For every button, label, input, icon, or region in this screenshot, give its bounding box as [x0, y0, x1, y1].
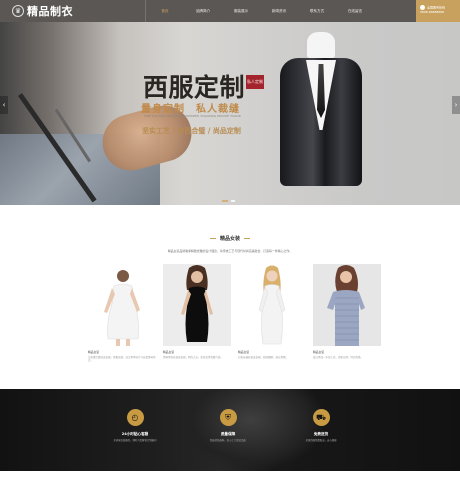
nav-item-products[interactable]: 服装展示 [222, 0, 260, 22]
page: ♛ 精品制衣 首页 品牌简介 服装展示 新闻资讯 联系方式 在线留言 全国服务热… [0, 0, 460, 488]
features-row: ◴ 24小时贴心客服 全天候在线服务，随时为您解答定制疑问 ⛨ 质量保障 精选优… [0, 409, 460, 442]
product-caption: 精品女装 [238, 350, 250, 354]
feature-item: ⛟ 免费送货 全国范围免费配送，安心便捷 [297, 409, 345, 442]
nav-item-news[interactable]: 新闻资讯 [260, 0, 298, 22]
section-title: 精品女装 [219, 236, 240, 242]
logo[interactable]: ♛ 精品制衣 [0, 0, 146, 22]
product-image[interactable] [163, 264, 231, 346]
nav-item-home[interactable]: 首页 [146, 0, 184, 22]
banner-english: FINE TAILORED BRAND CUSTOMIZED TAILORING… [144, 114, 241, 118]
feature-title: 质量保障 [220, 432, 236, 436]
banner-title: 西服定制 [143, 73, 246, 102]
product-caption: 精品女装 [313, 350, 325, 354]
product-image[interactable] [238, 264, 306, 346]
shield-icon: ⛨ [219, 409, 237, 426]
product-image[interactable] [313, 264, 381, 346]
clock-icon: ◴ [126, 409, 144, 426]
seal-stamp: 私人定制 [246, 75, 264, 89]
product-description: 白色长袖修身连衣裙，质感细腻，端庄秀丽。 [238, 356, 289, 359]
hotline-number: 0898-66888888 [420, 10, 444, 14]
feature-title: 免费送货 [313, 432, 329, 436]
nav-item-brand[interactable]: 品牌简介 [184, 0, 222, 22]
product-caption: 精品女装 [88, 350, 100, 354]
product-image[interactable] [88, 264, 156, 346]
feature-title: 24小时贴心客服 [121, 432, 149, 436]
product-grid: 精品女装 白色镂空蕾丝连衣裙，优雅浪漫，适合夏季出行与各类休闲场合。 精品女装 … [88, 264, 381, 363]
banner-prev-button[interactable]: ‹ [0, 96, 8, 114]
feature-description: 全国范围免费配送，安心便捷 [305, 439, 337, 442]
truck-icon: ⛟ [312, 409, 330, 426]
product-card[interactable]: 精品女装 白色长袖修身连衣裙，质感细腻，端庄秀丽。 [238, 264, 306, 363]
slide-indicators [222, 200, 235, 202]
feature-description: 精选优质面料，匠心工艺保证品质 [210, 439, 246, 442]
banner-tagline: 坚实工艺 / 中西合璧 / 尚品定制 [142, 126, 241, 135]
nav-item-message[interactable]: 在线留言 [336, 0, 374, 22]
feature-item: ⛨ 质量保障 精选优质面料，匠心工艺保证品质 [204, 409, 252, 442]
main-nav: 首页 品牌简介 服装展示 新闻资讯 联系方式 在线留言 [146, 0, 460, 22]
nav-item-contact[interactable]: 联系方式 [298, 0, 336, 22]
product-description: 经典黑色修身连衣裙，简约大方，彰显女性优雅气质。 [163, 356, 224, 359]
product-card[interactable]: 精品女装 经典黑色修身连衣裙，简约大方，彰显女性优雅气质。 [163, 264, 231, 363]
product-description: 白色镂空蕾丝连衣裙，优雅浪漫，适合夏季出行与各类休闲场合。 [88, 356, 156, 363]
product-card[interactable]: 精品女装 蓝白条纹一字领上衣，清新自然，时尚百搭。 [313, 264, 381, 363]
crown-icon: ♛ [12, 5, 24, 17]
suit-image [280, 32, 362, 192]
banner-subtitle: 量身定制 私人裁缝 [141, 104, 240, 115]
hotline-box: 全国服务热线 0898-66888888 [416, 0, 460, 22]
mannequin-neck [307, 32, 335, 58]
hotline-label: 全国服务热线 [427, 5, 446, 10]
product-description: 蓝白条纹一字领上衣，清新自然，时尚百搭。 [313, 356, 364, 359]
feature-item: ◴ 24小时贴心客服 全天候在线服务，随时为您解答定制疑问 [111, 409, 159, 442]
product-card[interactable]: 精品女装 白色镂空蕾丝连衣裙，优雅浪漫，适合夏季出行与各类休闲场合。 [88, 264, 156, 363]
feature-description: 全天候在线服务，随时为您解答定制疑问 [113, 439, 157, 442]
slide-dot[interactable] [222, 200, 228, 202]
section-description: 精品女装品牌秉承精致优雅的设计理念，将传统工艺与现代时尚完美融合，打造每一件精心… [167, 249, 293, 253]
slide-dot[interactable] [231, 200, 235, 202]
title-decoration-right [244, 238, 250, 239]
product-caption: 精品女装 [163, 350, 175, 354]
banner-next-button[interactable]: › [452, 96, 460, 114]
footer-area [0, 471, 460, 488]
hero-banner: 西服定制 私人定制 量身定制 私人裁缝 FINE TAILORED BRAND … [0, 22, 460, 205]
logo-text: 精品制衣 [27, 5, 73, 18]
header: ♛ 精品制衣 首页 品牌简介 服装展示 新闻资讯 联系方式 在线留言 全国服务热… [0, 0, 460, 22]
